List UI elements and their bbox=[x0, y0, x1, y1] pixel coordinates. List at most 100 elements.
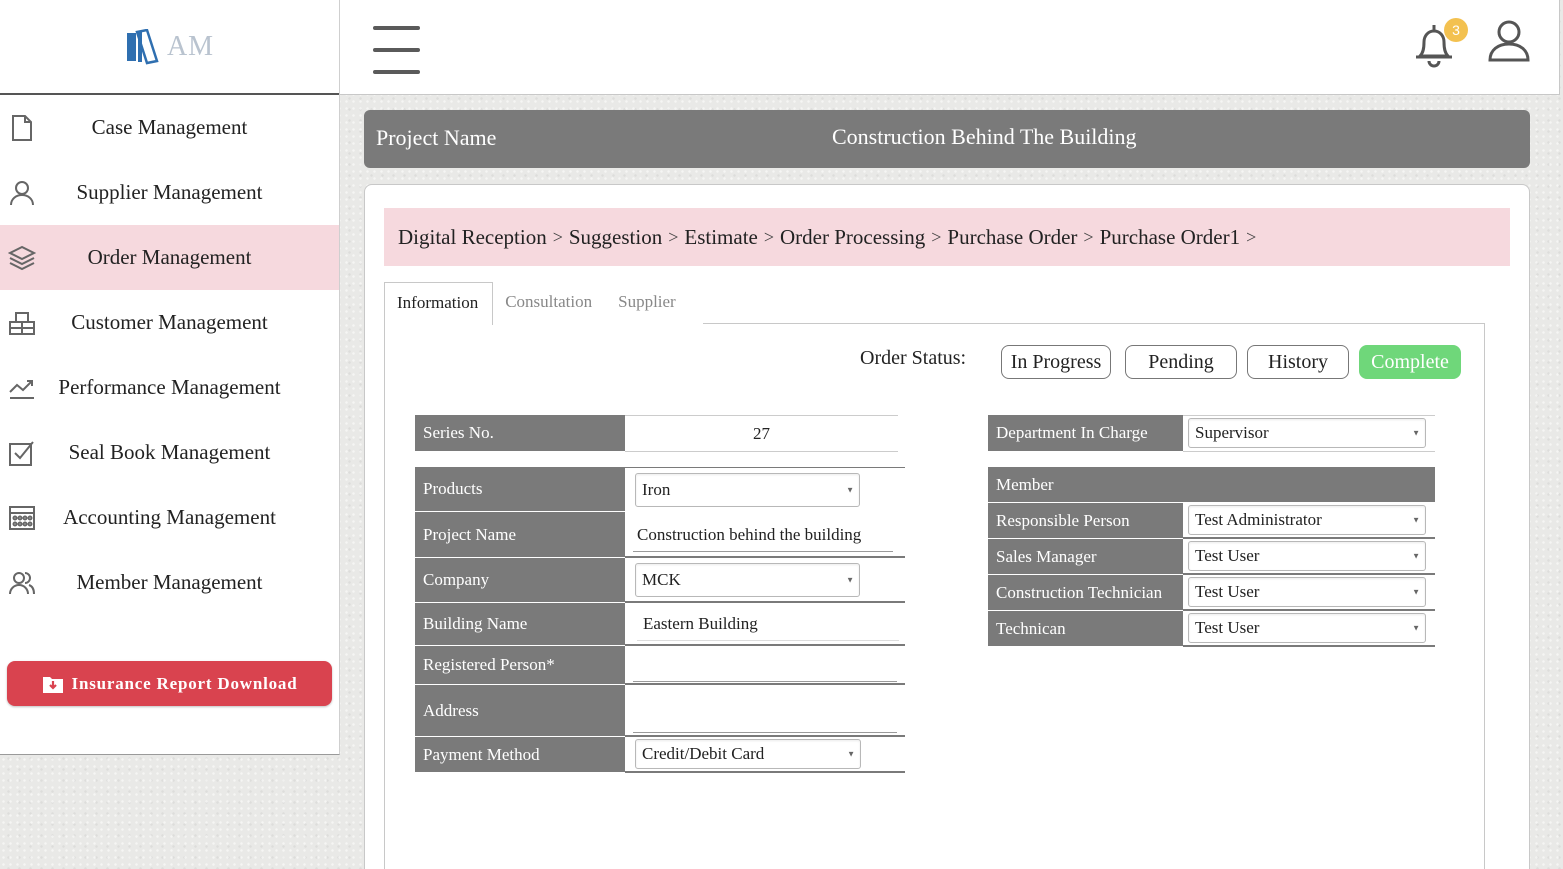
sales-manager-value: Test User bbox=[1195, 546, 1260, 565]
project-name-input[interactable]: Construction behind the building bbox=[633, 518, 893, 552]
project-banner: Project Name Construction Behind The Bui… bbox=[364, 110, 1530, 168]
project-label: Project Name bbox=[376, 125, 497, 150]
series-no-value: 27 bbox=[625, 415, 898, 452]
sidebar-item-label: Accounting Management bbox=[63, 505, 276, 529]
building-name-cell: Eastern Building bbox=[625, 603, 905, 646]
department-select[interactable]: Supervisor ▼ bbox=[1188, 418, 1426, 448]
status-complete-button[interactable]: Complete bbox=[1359, 345, 1461, 379]
dropdown-caret-icon: ▼ bbox=[1412, 587, 1420, 597]
breadcrumb-digital-reception[interactable]: Digital Reception bbox=[398, 225, 547, 250]
payment-method-label: Payment Method bbox=[415, 737, 625, 773]
hamburger-menu-icon[interactable] bbox=[373, 26, 420, 74]
project-name-cell: Construction behind the building bbox=[625, 512, 905, 558]
dropdown-caret-icon: ▼ bbox=[1412, 515, 1420, 525]
products-row: Products Iron ▼ bbox=[415, 467, 905, 512]
series-no-row: Series No. 27 bbox=[415, 415, 898, 452]
sidebar-item-label: Customer Management bbox=[71, 310, 268, 334]
user-icon bbox=[8, 179, 36, 207]
dropdown-caret-icon: ▼ bbox=[846, 575, 854, 585]
breadcrumb-suggestion[interactable]: Suggestion bbox=[569, 225, 662, 250]
sidebar-item-order-management[interactable]: Order Management bbox=[0, 225, 339, 290]
checkbox-icon bbox=[8, 439, 36, 467]
member-header-row: Member bbox=[988, 467, 1435, 503]
tab-information[interactable]: Information bbox=[384, 282, 494, 325]
user-profile-icon[interactable] bbox=[1486, 18, 1532, 66]
breadcrumb-purchase-order[interactable]: Purchase Order bbox=[947, 225, 1077, 250]
address-cell bbox=[625, 685, 905, 737]
tab-content-border-left bbox=[384, 323, 385, 869]
address-row: Address bbox=[415, 685, 905, 737]
registered-person-input[interactable] bbox=[633, 648, 897, 682]
payment-method-select[interactable]: Credit/Debit Card ▼ bbox=[635, 739, 861, 769]
sales-manager-label: Sales Manager bbox=[988, 539, 1183, 575]
sidebar-item-performance-management[interactable]: Performance Management bbox=[0, 355, 339, 420]
company-select[interactable]: MCK ▼ bbox=[635, 563, 860, 597]
products-label: Products bbox=[415, 467, 625, 512]
users-icon bbox=[8, 569, 36, 597]
sidebar-item-case-management[interactable]: Case Management bbox=[0, 95, 339, 160]
sidebar-item-label: Supplier Management bbox=[76, 180, 263, 204]
sidebar-item-seal-book-management[interactable]: Seal Book Management bbox=[0, 420, 339, 485]
tab-divider bbox=[703, 323, 1485, 324]
sidebar-item-supplier-management[interactable]: Supplier Management bbox=[0, 160, 339, 225]
building-name-row: Building Name Eastern Building bbox=[415, 603, 905, 646]
breadcrumb-separator: > bbox=[931, 226, 942, 247]
insurance-report-download-button[interactable]: Insurance Report Download bbox=[7, 661, 332, 706]
responsible-person-select[interactable]: Test Administrator ▼ bbox=[1188, 505, 1426, 535]
company-cell: MCK ▼ bbox=[625, 558, 905, 603]
breadcrumb: Digital Reception > Suggestion > Estimat… bbox=[384, 208, 1510, 266]
status-history-button[interactable]: History bbox=[1247, 345, 1349, 379]
construction-technician-value: Test User bbox=[1195, 582, 1260, 601]
breadcrumb-separator: > bbox=[668, 226, 679, 247]
download-folder-icon bbox=[42, 676, 63, 693]
responsible-person-value: Test Administrator bbox=[1195, 510, 1322, 529]
dropdown-caret-icon: ▼ bbox=[1412, 428, 1420, 438]
dropdown-caret-icon: ▼ bbox=[847, 749, 855, 759]
construction-technician-cell: Test User ▼ bbox=[1183, 575, 1435, 611]
dropdown-caret-icon: ▼ bbox=[1412, 623, 1420, 633]
layers-icon bbox=[7, 244, 37, 272]
sales-manager-select[interactable]: Test User ▼ bbox=[1188, 541, 1426, 571]
project-value: Construction Behind The Building bbox=[832, 124, 1137, 149]
construction-technician-label: Construction Technician bbox=[988, 575, 1183, 611]
status-in-progress-button[interactable]: In Progress bbox=[1001, 345, 1111, 379]
payment-method-value: Credit/Debit Card bbox=[642, 744, 765, 763]
tab-supplier[interactable]: Supplier bbox=[606, 282, 690, 324]
sidebar-item-member-management[interactable]: Member Management bbox=[0, 550, 339, 615]
department-row: Department In Charge Supervisor ▼ bbox=[988, 415, 1435, 452]
sidebar-item-customer-management[interactable]: Customer Management bbox=[0, 290, 339, 355]
sidebar-item-label: Order Management bbox=[87, 245, 252, 269]
technician-label: Technican bbox=[988, 611, 1183, 647]
construction-technician-select[interactable]: Test User ▼ bbox=[1188, 577, 1426, 607]
products-cell: Iron ▼ bbox=[625, 467, 905, 512]
department-cell: Supervisor ▼ bbox=[1183, 415, 1435, 452]
breadcrumb-estimate[interactable]: Estimate bbox=[684, 225, 757, 250]
status-pending-button[interactable]: Pending bbox=[1125, 345, 1237, 379]
building-name-input[interactable]: Eastern Building bbox=[637, 607, 899, 641]
project-name-row: Project Name Construction behind the bui… bbox=[415, 512, 905, 558]
breadcrumb-separator: > bbox=[1246, 226, 1257, 247]
company-value: MCK bbox=[642, 570, 681, 589]
breadcrumb-order-processing[interactable]: Order Processing bbox=[780, 225, 925, 250]
breadcrumb-purchase-order1[interactable]: Purchase Order1 bbox=[1100, 225, 1241, 250]
address-input[interactable] bbox=[633, 697, 897, 733]
products-value: Iron bbox=[642, 480, 671, 499]
sidebar-item-accounting-management[interactable]: Accounting Management bbox=[0, 485, 339, 550]
department-label: Department In Charge bbox=[988, 415, 1183, 452]
tab-bar: Information Consultation Supplier bbox=[384, 282, 690, 325]
sales-manager-row: Sales Manager Test User ▼ bbox=[988, 539, 1435, 575]
registered-person-row: Registered Person* bbox=[415, 646, 905, 685]
member-header: Member bbox=[988, 467, 1435, 503]
tab-consultation[interactable]: Consultation bbox=[493, 282, 606, 324]
logo[interactable]: AM bbox=[0, 0, 339, 95]
products-select[interactable]: Iron ▼ bbox=[635, 473, 860, 507]
document-icon bbox=[8, 114, 36, 142]
calculator-icon bbox=[8, 504, 36, 532]
responsible-person-cell: Test Administrator ▼ bbox=[1183, 503, 1435, 539]
order-status-label: Order Status: bbox=[860, 347, 967, 369]
series-no-label: Series No. bbox=[415, 415, 625, 452]
registered-person-label: Registered Person* bbox=[415, 646, 625, 685]
technician-select[interactable]: Test User ▼ bbox=[1188, 613, 1426, 643]
notification-count-badge: 3 bbox=[1444, 18, 1468, 42]
payment-method-row: Payment Method Credit/Debit Card ▼ bbox=[415, 737, 905, 773]
